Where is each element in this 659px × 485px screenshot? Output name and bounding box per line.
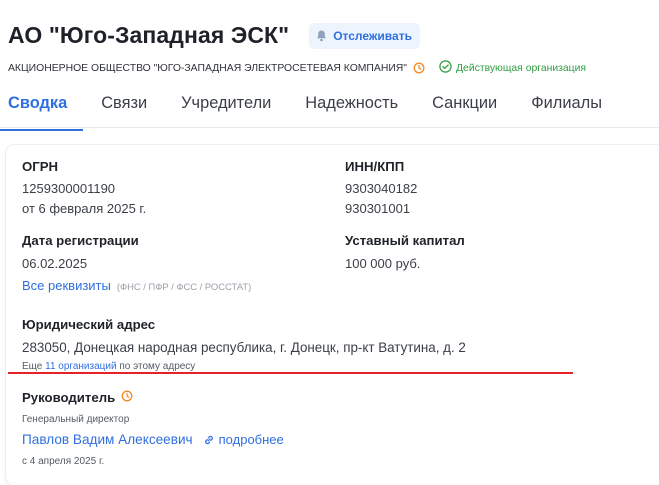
ogrn-label: ОГРН [22, 159, 59, 174]
clock-icon[interactable] [413, 62, 425, 74]
director-name-link[interactable]: Павлов Вадим Алексеевич [22, 432, 193, 447]
kpp-value: 930301001 [345, 201, 411, 216]
follow-button[interactable]: Отслеживать [309, 22, 420, 49]
tab-links[interactable]: Связи [101, 94, 147, 123]
inn-kpp-label: ИНН/КПП [345, 159, 405, 174]
ogrn-value: 1259300001190 [22, 181, 116, 196]
tab-bar: Сводка Связи Учредители Надежность Санкц… [0, 94, 636, 131]
inn-value: 9303040182 [345, 181, 418, 196]
bell-icon [316, 30, 327, 42]
requisites-row: Все реквизиты (ФНС / ПФР / ФСС / РОССТАТ) [22, 278, 251, 293]
company-full-name-row: АКЦИОНЕРНОЕ ОБЩЕСТВО "ЮГО-ЗАПАДНАЯ ЭЛЕКТ… [8, 60, 586, 76]
director-position: Генеральный директор [22, 414, 130, 425]
director-more-link[interactable]: подробнее [219, 432, 284, 447]
address-label: Юридический адрес [22, 317, 156, 332]
company-full-name: АКЦИОНЕРНОЕ ОБЩЕСТВО "ЮГО-ЗАПАДНАЯ ЭЛЕКТ… [8, 62, 407, 74]
same-address-prefix: Еще [22, 361, 43, 372]
same-address-link[interactable]: 11 организаций [45, 361, 116, 372]
tab-reliability[interactable]: Надежность [305, 94, 398, 123]
tab-founders[interactable]: Учредители [181, 94, 271, 123]
ogrn-date: от 6 февраля 2025 г. [22, 201, 147, 216]
follow-button-label: Отслеживать [333, 28, 412, 43]
red-underline-annotation [8, 372, 573, 374]
all-requisites-link[interactable]: Все реквизиты [22, 278, 111, 293]
status-badge: Действующая организация [439, 60, 586, 76]
tab-summary[interactable]: Сводка [0, 94, 84, 131]
tabs-divider [0, 127, 659, 128]
capital-label: Уставный капитал [345, 233, 465, 248]
link-chain-icon [203, 434, 215, 446]
tab-branches[interactable]: Филиалы [531, 94, 602, 123]
same-address-note: Еще 11 организаций по этому адресу [22, 361, 195, 372]
director-row: Павлов Вадим Алексеевич подробнее [22, 432, 284, 447]
company-header: АО "Юго-Западная ЭСК" Отслеживать АКЦИОН… [8, 22, 659, 74]
director-label-row: Руководитель [22, 390, 133, 405]
reg-date-label: Дата регистрации [22, 233, 139, 248]
requisites-hint: (ФНС / ПФР / ФСС / РОССТАТ) [116, 281, 252, 292]
page-title: АО "Юго-Западная ЭСК" [8, 22, 290, 48]
same-address-suffix: по этому адресу [119, 361, 196, 372]
address-value: 283050, Донецкая народная республика, г.… [22, 340, 466, 355]
tab-sanctions[interactable]: Санкции [432, 94, 497, 123]
capital-value: 100 000 руб. [345, 256, 421, 271]
director-label: Руководитель [22, 390, 116, 405]
reg-date-value: 06.02.2025 [22, 256, 88, 271]
status-text: Действующая организация [456, 62, 587, 74]
director-since: с 4 апреля 2025 г. [22, 456, 105, 467]
check-circle-icon [439, 60, 452, 76]
director-clock-icon[interactable] [121, 390, 133, 405]
